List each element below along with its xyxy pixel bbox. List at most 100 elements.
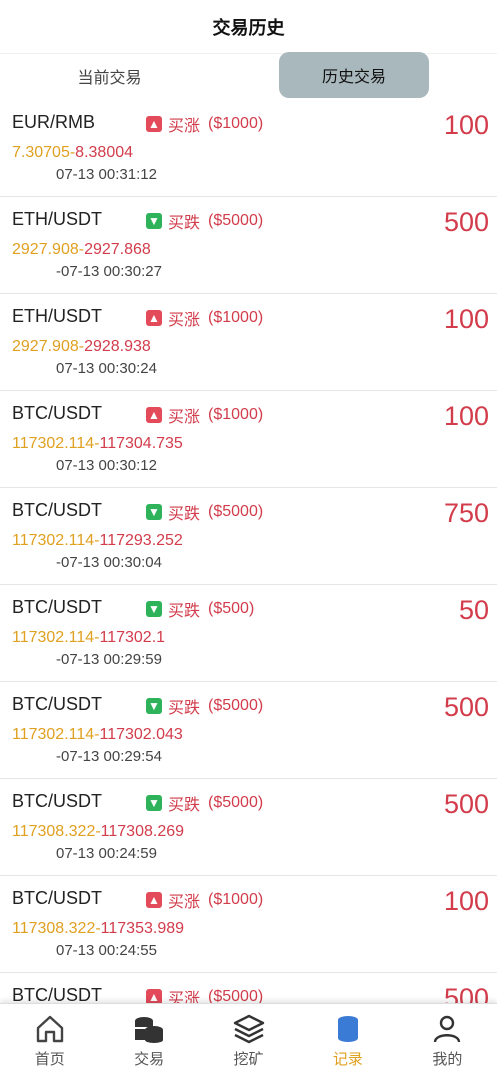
trade-direction: ▲ 买涨 ($1000) — [146, 888, 263, 912]
close-price: 117302.043 — [99, 726, 183, 743]
open-price: 117302.114 — [12, 435, 95, 452]
direction-label: 买跌 — [168, 603, 201, 620]
trade-direction: ▲ 买涨 ($1000) — [146, 112, 263, 136]
trade-row[interactable]: BTC/USDT ▼ 买跌 ($5000) 500 117302.114-117… — [0, 682, 497, 779]
trade-time: -07-13 00:29:54 — [56, 748, 162, 765]
trade-amount: ($500) — [208, 600, 255, 617]
open-price: 117302.114 — [12, 726, 95, 743]
trade-pair: BTC/USDT — [12, 597, 102, 617]
trade-pair: BTC/USDT — [12, 500, 102, 520]
records-icon — [337, 1016, 358, 1042]
trade-quantity: 500 — [443, 692, 489, 722]
trade-time: -07-13 00:30:27 — [56, 263, 162, 280]
nav-label: 记录 — [332, 1051, 363, 1068]
trade-quantity: 100 — [443, 401, 489, 431]
trade-prices: 2927.908-2928.938 — [12, 338, 151, 356]
trade-amount: ($5000) — [208, 988, 264, 1003]
trade-prices: 7.30705-8.38004 — [12, 144, 133, 162]
open-price: 2927.908 — [12, 241, 79, 258]
trade-pair: ETH/USDT — [12, 306, 102, 326]
trade-pair: BTC/USDT — [12, 694, 102, 714]
trade-time: 07-13 00:30:12 — [56, 457, 157, 474]
open-price: 117302.114 — [12, 629, 95, 646]
trade-time: 07-13 00:24:55 — [56, 942, 157, 959]
page-title: 交易历史 — [212, 17, 285, 38]
tab-bar: 当前交易 历史交易 — [0, 52, 497, 100]
trade-amount: ($1000) — [208, 406, 264, 423]
arrow-up-icon: ▲ — [146, 989, 162, 1003]
trade-row[interactable]: EUR/RMB ▲ 买涨 ($1000) 100 7.30705-8.38004… — [0, 100, 497, 197]
trade-prices: 117302.114-117304.735 — [12, 435, 183, 453]
direction-label: 买跌 — [168, 700, 201, 717]
open-price: 117302.114 — [12, 532, 95, 549]
trade-direction: ▼ 买跌 ($5000) — [146, 500, 263, 524]
direction-label: 买跌 — [168, 215, 201, 232]
trade-amount: ($1000) — [208, 115, 264, 132]
trade-quantity: 100 — [443, 886, 489, 916]
close-price: 8.38004 — [75, 144, 134, 161]
trade-row[interactable]: BTC/USDT ▼ 买跌 ($5000) 750 117302.114-117… — [0, 488, 497, 585]
nav-item-mining[interactable]: 挖矿 — [199, 1004, 298, 1076]
open-price: 7.30705 — [12, 144, 70, 161]
trade-amount: ($5000) — [208, 212, 264, 229]
trade-row[interactable]: BTC/USDT ▲ 买涨 ($5000) 500 — [0, 973, 497, 1003]
trade-pair: BTC/USDT — [12, 985, 102, 1003]
trade-row[interactable]: ETH/USDT ▼ 买跌 ($5000) 500 2927.908-2927.… — [0, 197, 497, 294]
trade-amount: ($1000) — [208, 309, 264, 326]
arrow-up-icon: ▲ — [146, 310, 162, 326]
header-bar: 交易历史 — [0, 0, 497, 54]
trade-pair: BTC/USDT — [12, 888, 102, 908]
bottom-nav: 首页 交易 挖矿 记录 我的 — [0, 1003, 497, 1076]
trade-amount: ($5000) — [208, 503, 264, 520]
trade-quantity: 100 — [443, 304, 489, 334]
trade-pair: BTC/USDT — [12, 791, 102, 811]
direction-label: 买涨 — [168, 991, 201, 1003]
trade-time: -07-13 00:30:04 — [56, 554, 162, 571]
close-price: 117308.269 — [100, 823, 185, 840]
trade-row[interactable]: BTC/USDT ▼ 买跌 ($500) 50 117302.114-11730… — [0, 585, 497, 682]
layers-icon — [233, 1014, 264, 1044]
nav-item-mine[interactable]: 我的 — [398, 1004, 497, 1076]
trade-prices: 117308.322-117353.989 — [12, 920, 184, 938]
direction-label: 买跌 — [168, 797, 201, 814]
trade-prices: 2927.908-2927.868 — [12, 241, 151, 259]
trade-time: 07-13 00:30:24 — [56, 360, 157, 377]
trade-amount: ($1000) — [208, 891, 264, 908]
arrow-down-icon: ▼ — [146, 504, 162, 520]
nav-label: 挖矿 — [233, 1051, 264, 1068]
trade-row[interactable]: BTC/USDT ▲ 买涨 ($1000) 100 117308.322-117… — [0, 876, 497, 973]
trade-time: -07-13 00:29:59 — [56, 651, 162, 668]
trade-direction: ▼ 买跌 ($500) — [146, 597, 254, 621]
tab-trade-history[interactable]: 历史交易 — [279, 52, 429, 98]
trade-history-list[interactable]: EUR/RMB ▲ 买涨 ($1000) 100 7.30705-8.38004… — [0, 100, 497, 1003]
trade-prices: 117302.114-117302.043 — [12, 726, 183, 744]
direction-label: 买跌 — [168, 506, 201, 523]
trade-quantity: 500 — [443, 983, 489, 1003]
close-price: 117293.252 — [99, 532, 183, 549]
arrow-down-icon: ▼ — [146, 213, 162, 229]
trade-quantity: 50 — [458, 595, 489, 625]
trade-row[interactable]: BTC/USDT ▼ 买跌 ($5000) 500 117308.322-117… — [0, 779, 497, 876]
nav-label: 交易 — [134, 1051, 165, 1068]
trade-direction: ▲ 买涨 ($1000) — [146, 306, 263, 330]
trade-prices: 117302.114-117293.252 — [12, 532, 183, 550]
nav-item-records[interactable]: 记录 — [298, 1004, 397, 1076]
open-price: 2927.908 — [12, 338, 79, 355]
direction-label: 买涨 — [168, 118, 201, 135]
trade-amount: ($5000) — [208, 697, 264, 714]
close-price: 117304.735 — [99, 435, 183, 452]
trade-row[interactable]: ETH/USDT ▲ 买涨 ($1000) 100 2927.908-2928.… — [0, 294, 497, 391]
direction-label: 买涨 — [168, 409, 201, 426]
tab-current-trades[interactable]: 当前交易 — [0, 52, 219, 100]
trade-prices: 117302.114-117302.1 — [12, 629, 165, 647]
trade-quantity: 500 — [443, 207, 489, 237]
direction-label: 买涨 — [168, 894, 201, 911]
close-price: 117302.1 — [99, 629, 166, 646]
nav-item-home[interactable]: 首页 — [0, 1004, 99, 1076]
nav-item-trade[interactable]: 交易 — [99, 1004, 198, 1076]
close-price: 2928.938 — [84, 338, 151, 355]
trade-row[interactable]: BTC/USDT ▲ 买涨 ($1000) 100 117302.114-117… — [0, 391, 497, 488]
trade-quantity: 500 — [443, 789, 489, 819]
trade-pair: ETH/USDT — [12, 209, 102, 229]
trade-direction: ▼ 买跌 ($5000) — [146, 791, 263, 815]
